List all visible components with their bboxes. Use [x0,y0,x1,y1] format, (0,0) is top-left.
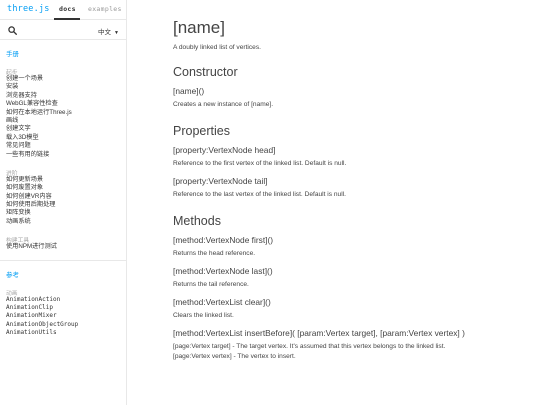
main-content: [name] A doubly linked list of vertices.… [173,0,533,362]
page-title: [name] [173,18,225,37]
sidebar-item[interactable]: 一些有用的链接 [6,151,120,159]
method-clear-description: Clears the linked list. [173,312,234,319]
sidebar-item[interactable]: 安装 [6,83,120,91]
search-bar: 中文 ▼ [0,20,126,40]
sidebar-header: three.js docs examples [0,0,126,20]
method-last-signature: [method:VertexNode last]() [173,266,273,276]
methods-heading: Methods [173,214,221,228]
tab-docs[interactable]: docs [59,5,76,13]
sidebar-content: 手册起步 创建一个场景 安装 浏览器支持 WebGL兼容性检查 如何在本地运行Three.… [0,48,126,338]
property-tail-description: Reference to the last vertex of the link… [173,191,346,198]
constructor-signature: [name]() [173,86,205,96]
sidebar-item[interactable]: 动画系统 [6,218,120,226]
method-first-signature: [method:VertexNode first]() [173,235,274,245]
sidebar-section-reference: 参考 [6,271,19,279]
sidebar-item[interactable]: 浏览器支持 [6,92,120,100]
language-select-value: 中文 [98,29,112,36]
constructor-description: Creates a new instance of [name]. [173,101,274,108]
sidebar-item[interactable]: WebGL兼容性检查 [6,100,120,108]
sidebar-item[interactable]: 矩阵变换 [6,209,120,217]
sidebar-item[interactable]: 如何创建VR内容 [6,193,120,201]
sidebar-item[interactable]: AnimationAction [6,296,120,304]
search-icon[interactable] [8,26,17,35]
sidebar-item[interactable]: 使用NPM进行测试 [6,243,120,251]
method-last-description: Returns the tail reference. [173,281,249,288]
sidebar-item[interactable]: AnimationClip [6,304,120,312]
logo[interactable]: three.js [7,4,50,14]
constructor-heading: Constructor [173,65,238,79]
sidebar-item[interactable]: AnimationUtils [6,329,120,337]
language-select[interactable]: 中文 ▼ [98,26,119,36]
sidebar-group-title: 进阶 [6,170,18,177]
method-first-description: Returns the head reference. [173,250,256,257]
sidebar-group-title: 动画 [6,290,18,297]
sidebar-item[interactable]: 常见问题 [6,142,120,150]
method-insertbefore-description: [page:Vertex target] - The target vertex… [173,343,446,350]
sidebar-item[interactable]: 如何在本地运行Three.js [6,109,120,117]
sidebar-group-title: 起步 [6,70,18,76]
caret-down-icon: ▼ [114,30,119,36]
tab-examples[interactable]: examples [88,5,122,13]
properties-heading: Properties [173,124,230,138]
sidebar-item[interactable]: AnimationMixer [6,312,120,320]
sidebar: three.js docs examples 中文 ▼ 手册起步 创建一个场景 安装浏… [0,0,127,405]
sidebar-item[interactable]: 创建一个场景 [6,75,120,83]
sidebar-item[interactable]: AnimationObjectGroup [6,321,120,329]
sidebar-item[interactable]: 如何废置对象 [6,184,120,192]
property-tail-signature: [property:VertexNode tail] [173,176,268,186]
page-description: A doubly linked list of vertices. [173,44,261,51]
method-insertbefore-signature: [method:VertexList insertBefore]( [param… [173,328,465,338]
property-head-signature: [property:VertexNode head] [173,145,276,155]
sidebar-divider [0,259,126,261]
method-insertbefore-description-2: [page:Vertex vertex] - The vertex to ins… [173,353,296,360]
property-head-description: Reference to the first vertex of the lin… [173,160,347,167]
sidebar-section-manual: 手册 [6,51,19,58]
method-clear-signature: [method:VertexList clear]() [173,297,271,307]
sidebar-item[interactable]: 载入3D模型 [6,134,120,142]
sidebar-item[interactable]: 创建文字 [6,125,120,133]
